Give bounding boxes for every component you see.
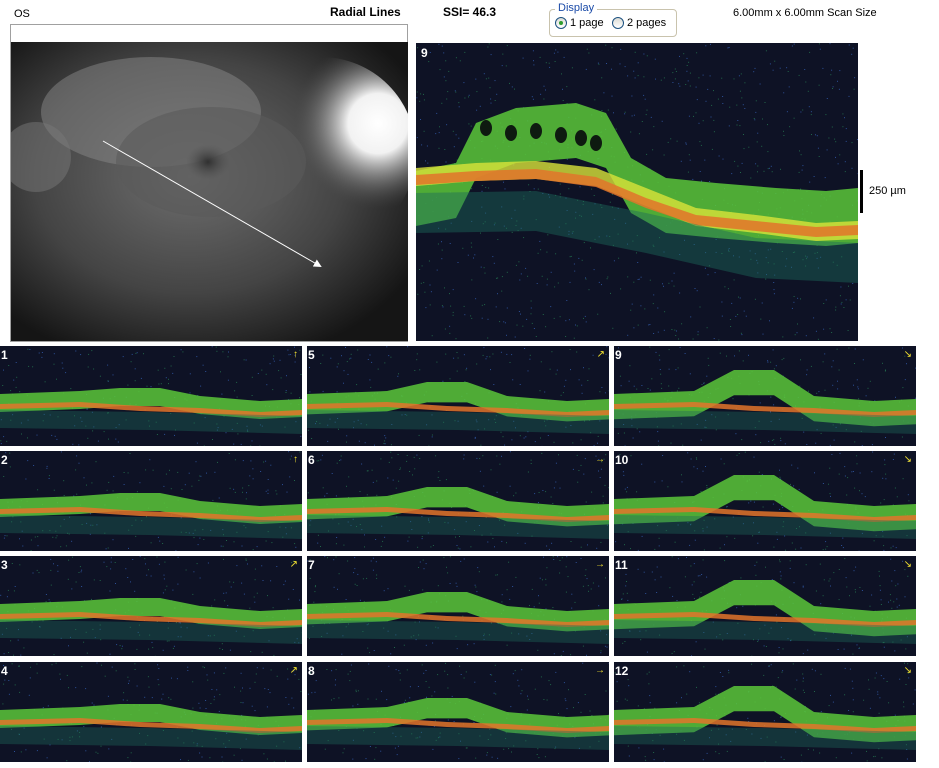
bscan-thumbnail[interactable]: 11 ↘ bbox=[614, 556, 916, 656]
display-options-group: Display 1 page 2 pages bbox=[549, 2, 677, 37]
ssi-value: SSI= 46.3 bbox=[443, 5, 497, 19]
bscan-thumbnail-number: 1 bbox=[1, 348, 8, 362]
bscan-thumbnail[interactable]: 9 ↘ bbox=[614, 346, 916, 446]
bscan-thumbnail-number: 9 bbox=[615, 348, 622, 362]
scan-direction-arrow-icon: ↘ bbox=[903, 665, 912, 676]
bscan-thumbnail-number: 12 bbox=[615, 664, 629, 678]
fundus-image[interactable] bbox=[11, 42, 408, 341]
bscan-thumbnail-graphic bbox=[614, 451, 916, 551]
main-bscan-number: 9 bbox=[421, 46, 428, 60]
radio-unselected-icon[interactable] bbox=[612, 17, 624, 29]
scan-direction-arrow-icon: ↗ bbox=[289, 665, 298, 676]
bscan-thumbnail-number: 4 bbox=[1, 664, 8, 678]
eye-label: OS bbox=[14, 8, 30, 20]
scan-direction-arrow-icon: ↗ bbox=[596, 349, 605, 360]
radio-selected-icon[interactable] bbox=[555, 17, 567, 29]
bscan-thumbnail-graphic bbox=[0, 346, 302, 446]
bscan-thumbnail[interactable]: 12 ↘ bbox=[614, 662, 916, 762]
main-bscan-graphic bbox=[416, 43, 858, 341]
bscan-thumbnail-graphic bbox=[614, 662, 916, 762]
bscan-thumbnail-number: 6 bbox=[308, 453, 315, 467]
bscan-thumbnail-graphic bbox=[307, 346, 609, 446]
scan-direction-arrow-icon: ↘ bbox=[903, 349, 912, 360]
scan-direction-arrow-icon: ↑ bbox=[293, 454, 298, 465]
scan-direction-arrow-icon: → bbox=[595, 454, 605, 465]
bscan-thumbnail-graphic bbox=[0, 662, 302, 762]
main-bscan-image[interactable]: 9 bbox=[416, 43, 858, 341]
scale-bar bbox=[860, 170, 863, 213]
bscan-thumbnail-number: 11 bbox=[615, 558, 628, 572]
bscan-thumbnail[interactable]: 1 ↑ bbox=[0, 346, 302, 446]
scan-direction-arrow-icon: ↗ bbox=[289, 559, 298, 570]
display-option-1-label: 1 page bbox=[570, 17, 604, 29]
bscan-thumbnail[interactable]: 7 → bbox=[307, 556, 609, 656]
bscan-thumbnail[interactable]: 2 ↑ bbox=[0, 451, 302, 551]
bscan-thumbnail[interactable]: 3 ↗ bbox=[0, 556, 302, 656]
bscan-thumbnail-number: 8 bbox=[308, 664, 315, 678]
bscan-thumbnail-graphic bbox=[0, 556, 302, 656]
bscan-thumbnail[interactable]: 6 → bbox=[307, 451, 609, 551]
bscan-thumbnail-graphic bbox=[307, 662, 609, 760]
scan-direction-arrow-icon: → bbox=[595, 559, 605, 570]
bscan-thumbnail-graphic bbox=[614, 346, 916, 446]
bscan-thumbnail-graphic bbox=[307, 556, 609, 656]
scan-direction-arrow-icon: ↑ bbox=[293, 349, 298, 360]
display-option-2-pages[interactable]: 2 pages bbox=[612, 17, 666, 29]
scan-mode-title: Radial Lines bbox=[330, 5, 401, 19]
bscan-thumbnail-graphic bbox=[614, 556, 916, 656]
scan-size-label: 6.00mm x 6.00mm Scan Size bbox=[733, 7, 877, 19]
bscan-thumbnail-graphic bbox=[307, 451, 609, 550]
scan-direction-arrow-icon: ↘ bbox=[903, 454, 912, 465]
bscan-thumbnail-number: 7 bbox=[308, 558, 315, 572]
scan-direction-arrow-icon: → bbox=[595, 665, 605, 676]
bscan-thumbnail[interactable]: 10 ↘ bbox=[614, 451, 916, 551]
bscan-thumbnail[interactable]: 5 ↗ bbox=[307, 346, 609, 446]
bscan-thumbnail-number: 2 bbox=[1, 453, 8, 467]
display-option-2-label: 2 pages bbox=[627, 17, 667, 29]
bscan-thumbnail[interactable]: 4 ↗ bbox=[0, 662, 302, 762]
bscan-thumbnail-graphic bbox=[0, 451, 302, 551]
bscan-thumbnail[interactable]: 8 → bbox=[307, 662, 609, 762]
bscan-thumbnail-number: 10 bbox=[615, 453, 629, 467]
scan-direction-arrow-icon: ↘ bbox=[903, 559, 912, 570]
bscan-thumbnail-number: 3 bbox=[1, 558, 8, 572]
display-option-1-page[interactable]: 1 page bbox=[555, 17, 604, 29]
display-legend: Display bbox=[555, 2, 598, 14]
bscan-thumbnail-number: 5 bbox=[308, 348, 315, 362]
scale-bar-label: 250 µm bbox=[869, 185, 906, 197]
